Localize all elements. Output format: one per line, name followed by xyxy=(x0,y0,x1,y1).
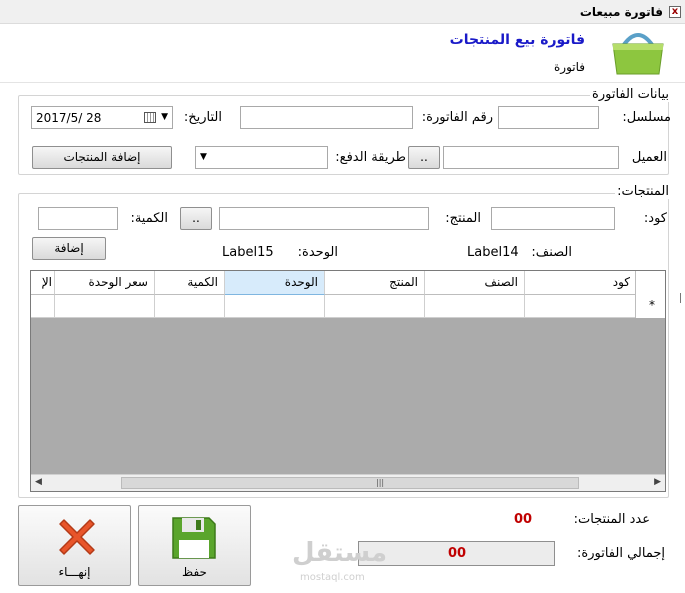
window-title: فاتورة مبيعات xyxy=(579,5,663,19)
payment-method-select[interactable]: ▼ xyxy=(195,146,328,169)
column-header-unit-price[interactable]: سعر الوحدة xyxy=(55,271,155,295)
exit-button[interactable]: إنهـــاء xyxy=(18,505,131,586)
column-header-code[interactable]: كود xyxy=(525,271,637,295)
scrollbar-thumb[interactable] xyxy=(121,477,579,489)
products-group-title: المنتجات: xyxy=(615,184,671,199)
table-cell[interactable] xyxy=(525,295,637,318)
resize-handle[interactable] xyxy=(680,293,683,303)
chevron-down-icon[interactable]: ▼ xyxy=(200,152,207,162)
invoice-number-field[interactable] xyxy=(240,106,413,129)
invoice-group-title: بيانات الفاتورة xyxy=(590,87,671,102)
products-count-label: عدد المنتجات: xyxy=(573,512,650,527)
customer-browse-button[interactable]: .. xyxy=(408,146,440,169)
column-header-unit[interactable]: الوحدة xyxy=(225,271,325,295)
calendar-icon[interactable] xyxy=(144,112,156,123)
quantity-field[interactable] xyxy=(38,207,118,230)
table-cell[interactable] xyxy=(325,295,425,318)
code-label: كود: xyxy=(643,211,667,226)
title-bar: فاتورة مبيعات x xyxy=(0,0,685,24)
floppy-disk-icon xyxy=(172,517,216,559)
horizontal-scrollbar[interactable]: ◀ ||| ▶ xyxy=(31,474,665,491)
grip-icon: ||| xyxy=(376,478,385,487)
product-label: المنتج: xyxy=(445,211,481,226)
close-icon[interactable]: x xyxy=(669,6,681,18)
invoice-number-label: رقم الفاتورة: xyxy=(421,110,493,125)
products-count-value: 00 xyxy=(514,512,533,527)
page-subtitle: فاتورة xyxy=(553,60,585,74)
add-products-button[interactable]: إضافة المنتجات xyxy=(32,146,172,169)
table-cell[interactable] xyxy=(155,295,225,318)
watermark: مستقل xyxy=(292,538,388,568)
scroll-right-icon[interactable]: ▶ xyxy=(654,477,661,487)
invoice-total-value: 00 xyxy=(448,546,467,561)
product-browse-button[interactable]: .. xyxy=(180,207,212,230)
invoice-total-box: 00 xyxy=(358,541,555,566)
save-button[interactable]: حفظ xyxy=(138,505,251,586)
column-header-quantity[interactable]: الكمية xyxy=(155,271,225,295)
column-header-total[interactable]: الإ xyxy=(31,271,55,295)
product-field[interactable] xyxy=(219,207,429,230)
table-cell[interactable] xyxy=(425,295,525,318)
customer-label: العميل xyxy=(631,150,667,165)
close-x-icon xyxy=(59,519,95,555)
serial-field[interactable] xyxy=(498,106,599,129)
invoice-total-label: إجمالي الفاتورة: xyxy=(577,546,665,561)
chevron-down-icon[interactable]: ▼ xyxy=(161,112,168,122)
header-divider xyxy=(0,82,685,83)
exit-button-label: إنهـــاء xyxy=(58,565,91,579)
column-header-category[interactable]: الصنف xyxy=(425,271,525,295)
watermark-url: mostaql.com xyxy=(300,572,365,583)
table-cell[interactable] xyxy=(55,295,155,318)
category-label: الصنف: xyxy=(531,245,572,260)
row-header[interactable]: * xyxy=(635,271,665,318)
unit-value: Label15 xyxy=(222,245,274,260)
customer-field[interactable] xyxy=(443,146,619,169)
basket-icon xyxy=(612,33,664,75)
page-title: فاتورة بيع المنتجات xyxy=(449,32,585,48)
code-field[interactable] xyxy=(491,207,615,230)
save-button-label: حفظ xyxy=(182,565,207,579)
scroll-left-icon[interactable]: ◀ xyxy=(35,477,42,487)
quantity-label: الكمية: xyxy=(130,211,168,226)
new-row-marker: * xyxy=(649,298,655,312)
add-button[interactable]: إضافة xyxy=(32,237,106,260)
unit-label: الوحدة: xyxy=(297,245,338,260)
serial-label: مسلسل: xyxy=(622,110,671,125)
date-label: التاريخ: xyxy=(183,110,222,125)
date-picker[interactable]: 2017/5/ 28 ▼ xyxy=(31,106,173,129)
table-cell[interactable] xyxy=(225,295,325,318)
category-value: Label14 xyxy=(467,245,519,260)
date-value: 2017/5/ 28 xyxy=(36,111,102,125)
products-grid[interactable]: كود الصنف المنتج الوحدة الكمية سعر الوحد… xyxy=(30,270,666,492)
payment-method-label: طريقة الدفع: xyxy=(335,150,406,165)
table-cell[interactable] xyxy=(31,295,55,318)
column-header-product[interactable]: المنتج xyxy=(325,271,425,295)
